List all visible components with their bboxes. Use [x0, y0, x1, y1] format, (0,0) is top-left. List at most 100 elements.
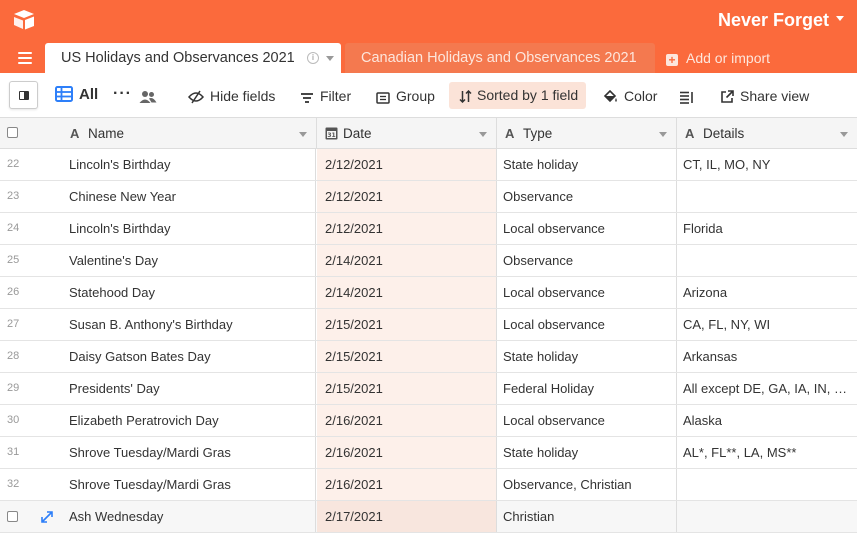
table-row[interactable]: Ash Wednesday 2/17/2021 Christian [0, 501, 857, 533]
tab-canadian-holidays[interactable]: Canadian Holidays and Observances 2021 [345, 43, 655, 73]
chevron-down-icon[interactable] [659, 132, 667, 137]
cell-details[interactable]: All except DE, GA, IA, IN, … [677, 373, 857, 404]
column-header-date[interactable]: 31 Date [317, 118, 497, 149]
view-switcher[interactable]: All [55, 86, 98, 104]
share-icon [721, 90, 734, 103]
table-row[interactable]: 30 Elizabeth Peratrovich Day 2/16/2021 Loca… [0, 405, 857, 437]
hide-fields-button[interactable]: Hide fields [188, 87, 275, 105]
cell-name[interactable]: Shrove Tuesday/Mardi Gras [62, 437, 316, 468]
cell-name[interactable]: Lincoln's Birthday [62, 213, 316, 244]
tab-us-holidays[interactable]: US Holidays and Observances 2021 i [45, 43, 341, 73]
chevron-down-icon[interactable] [840, 132, 848, 137]
cell-type[interactable]: State holiday [497, 341, 677, 372]
cell-type[interactable]: State holiday [497, 437, 677, 468]
cell-name[interactable]: Presidents' Day [62, 373, 316, 404]
cell-date[interactable]: 2/12/2021 [317, 213, 497, 244]
collaborators-icon[interactable] [139, 87, 163, 105]
cell-name[interactable]: Shrove Tuesday/Mardi Gras [62, 469, 316, 500]
select-all-checkbox[interactable] [7, 127, 18, 138]
group-button[interactable]: Group [376, 87, 435, 105]
cell-details[interactable]: CA, FL, NY, WI [677, 309, 857, 340]
sort-button[interactable]: Sorted by 1 field [449, 82, 586, 109]
cell-date[interactable]: 2/14/2021 [317, 277, 497, 308]
cell-details[interactable]: Alaska [677, 405, 857, 436]
cell-name[interactable]: Daisy Gatson Bates Day [62, 341, 316, 372]
cell-date[interactable]: 2/16/2021 [317, 437, 497, 468]
share-view-button[interactable]: Share view [720, 87, 809, 105]
cell-details[interactable]: Arkansas [677, 341, 857, 372]
expand-record-icon[interactable] [41, 511, 53, 523]
cell-name[interactable]: Valentine's Day [62, 245, 316, 276]
base-menu-caret-icon[interactable] [836, 16, 844, 21]
cell-type[interactable]: Christian [497, 501, 677, 532]
chevron-down-icon[interactable] [326, 56, 334, 61]
group-icon [376, 92, 390, 104]
cell-type[interactable]: Observance, Christian [497, 469, 677, 500]
row-number: 32 [7, 478, 20, 490]
cell-name[interactable]: Statehood Day [62, 277, 316, 308]
column-header-name[interactable]: A Name [62, 118, 317, 149]
cell-details[interactable]: AL*, FL**, LA, MS** [677, 437, 857, 468]
toggle-sidebar-button[interactable] [9, 81, 38, 109]
cell-date[interactable]: 2/15/2021 [317, 341, 497, 372]
cell-name[interactable]: Elizabeth Peratrovich Day [62, 405, 316, 436]
cell-type[interactable]: Observance [497, 245, 677, 276]
cell-date[interactable]: 2/15/2021 [317, 373, 497, 404]
cell-type[interactable]: Federal Holiday [497, 373, 677, 404]
cell-details[interactable]: Arizona [677, 277, 857, 308]
base-name[interactable]: Never Forget [718, 10, 829, 31]
cell-date[interactable]: 2/16/2021 [317, 469, 497, 500]
column-header-type[interactable]: A Type [497, 118, 677, 149]
row-checkbox[interactable] [7, 511, 18, 522]
table-row[interactable]: 32 Shrove Tuesday/Mardi Gras 2/16/2021 Obse… [0, 469, 857, 501]
group-label: Group [396, 88, 435, 104]
cell-name[interactable]: Susan B. Anthony's Birthday [62, 309, 316, 340]
row-height-button[interactable] [679, 87, 700, 105]
cell-name[interactable]: Chinese New Year [62, 181, 316, 212]
cell-type[interactable]: Local observance [497, 405, 677, 436]
more-options-icon[interactable]: ··· [113, 85, 132, 103]
filter-button[interactable]: Filter [300, 87, 351, 105]
cell-date[interactable]: 2/14/2021 [317, 245, 497, 276]
chevron-down-icon[interactable] [299, 132, 307, 137]
cell-details[interactable]: CT, IL, MO, NY [677, 149, 857, 180]
row-number: 26 [7, 286, 20, 298]
table-row[interactable]: 22 Lincoln's Birthday 2/12/2021 State holid… [0, 149, 857, 181]
cell-details[interactable]: Florida [677, 213, 857, 244]
cell-date[interactable]: 2/17/2021 [317, 501, 497, 532]
cell-details[interactable] [677, 245, 857, 276]
cell-type[interactable]: Local observance [497, 309, 677, 340]
table-row[interactable]: 26 Statehood Day 2/14/2021 Local observance… [0, 277, 857, 309]
table-row[interactable]: 31 Shrove Tuesday/Mardi Gras 2/16/2021 Stat… [0, 437, 857, 469]
column-header-details[interactable]: A Details [677, 118, 857, 149]
table-row[interactable]: 24 Lincoln's Birthday 2/12/2021 Local obser… [0, 213, 857, 245]
cell-type[interactable]: Local observance [497, 277, 677, 308]
cell-details[interactable] [677, 501, 857, 532]
cell-date[interactable]: 2/16/2021 [317, 405, 497, 436]
cell-type[interactable]: State holiday [497, 149, 677, 180]
table-row[interactable]: 28 Daisy Gatson Bates Day 2/15/2021 State h… [0, 341, 857, 373]
table-row[interactable]: 23 Chinese New Year 2/12/2021 Observance [0, 181, 857, 213]
color-button[interactable]: Color [603, 87, 657, 105]
cell-details[interactable] [677, 181, 857, 212]
cell-date[interactable]: 2/12/2021 [317, 181, 497, 212]
airtable-logo-icon[interactable] [12, 9, 36, 31]
tab-label: US Holidays and Observances 2021 [61, 50, 295, 66]
cell-details[interactable] [677, 469, 857, 500]
table-row[interactable]: 25 Valentine's Day 2/14/2021 Observance [0, 245, 857, 277]
column-label: Type [523, 126, 553, 141]
date-field-icon: 31 [325, 127, 338, 140]
cell-name[interactable]: Ash Wednesday [62, 501, 316, 532]
cell-type[interactable]: Local observance [497, 213, 677, 244]
table-row[interactable]: 29 Presidents' Day 2/15/2021 Federal Holida… [0, 373, 857, 405]
info-icon[interactable]: i [307, 52, 319, 64]
cell-type[interactable]: Observance [497, 181, 677, 212]
cell-name[interactable]: Lincoln's Birthday [62, 149, 316, 180]
cell-date[interactable]: 2/15/2021 [317, 309, 497, 340]
table-row[interactable]: 27 Susan B. Anthony's Birthday 2/15/2021 Lo… [0, 309, 857, 341]
cell-date[interactable]: 2/12/2021 [317, 149, 497, 180]
view-name: All [79, 86, 99, 103]
chevron-down-icon[interactable] [479, 132, 487, 137]
add-or-import-button[interactable]: + Add or import [666, 50, 770, 68]
hamburger-menu-icon[interactable] [18, 52, 32, 64]
